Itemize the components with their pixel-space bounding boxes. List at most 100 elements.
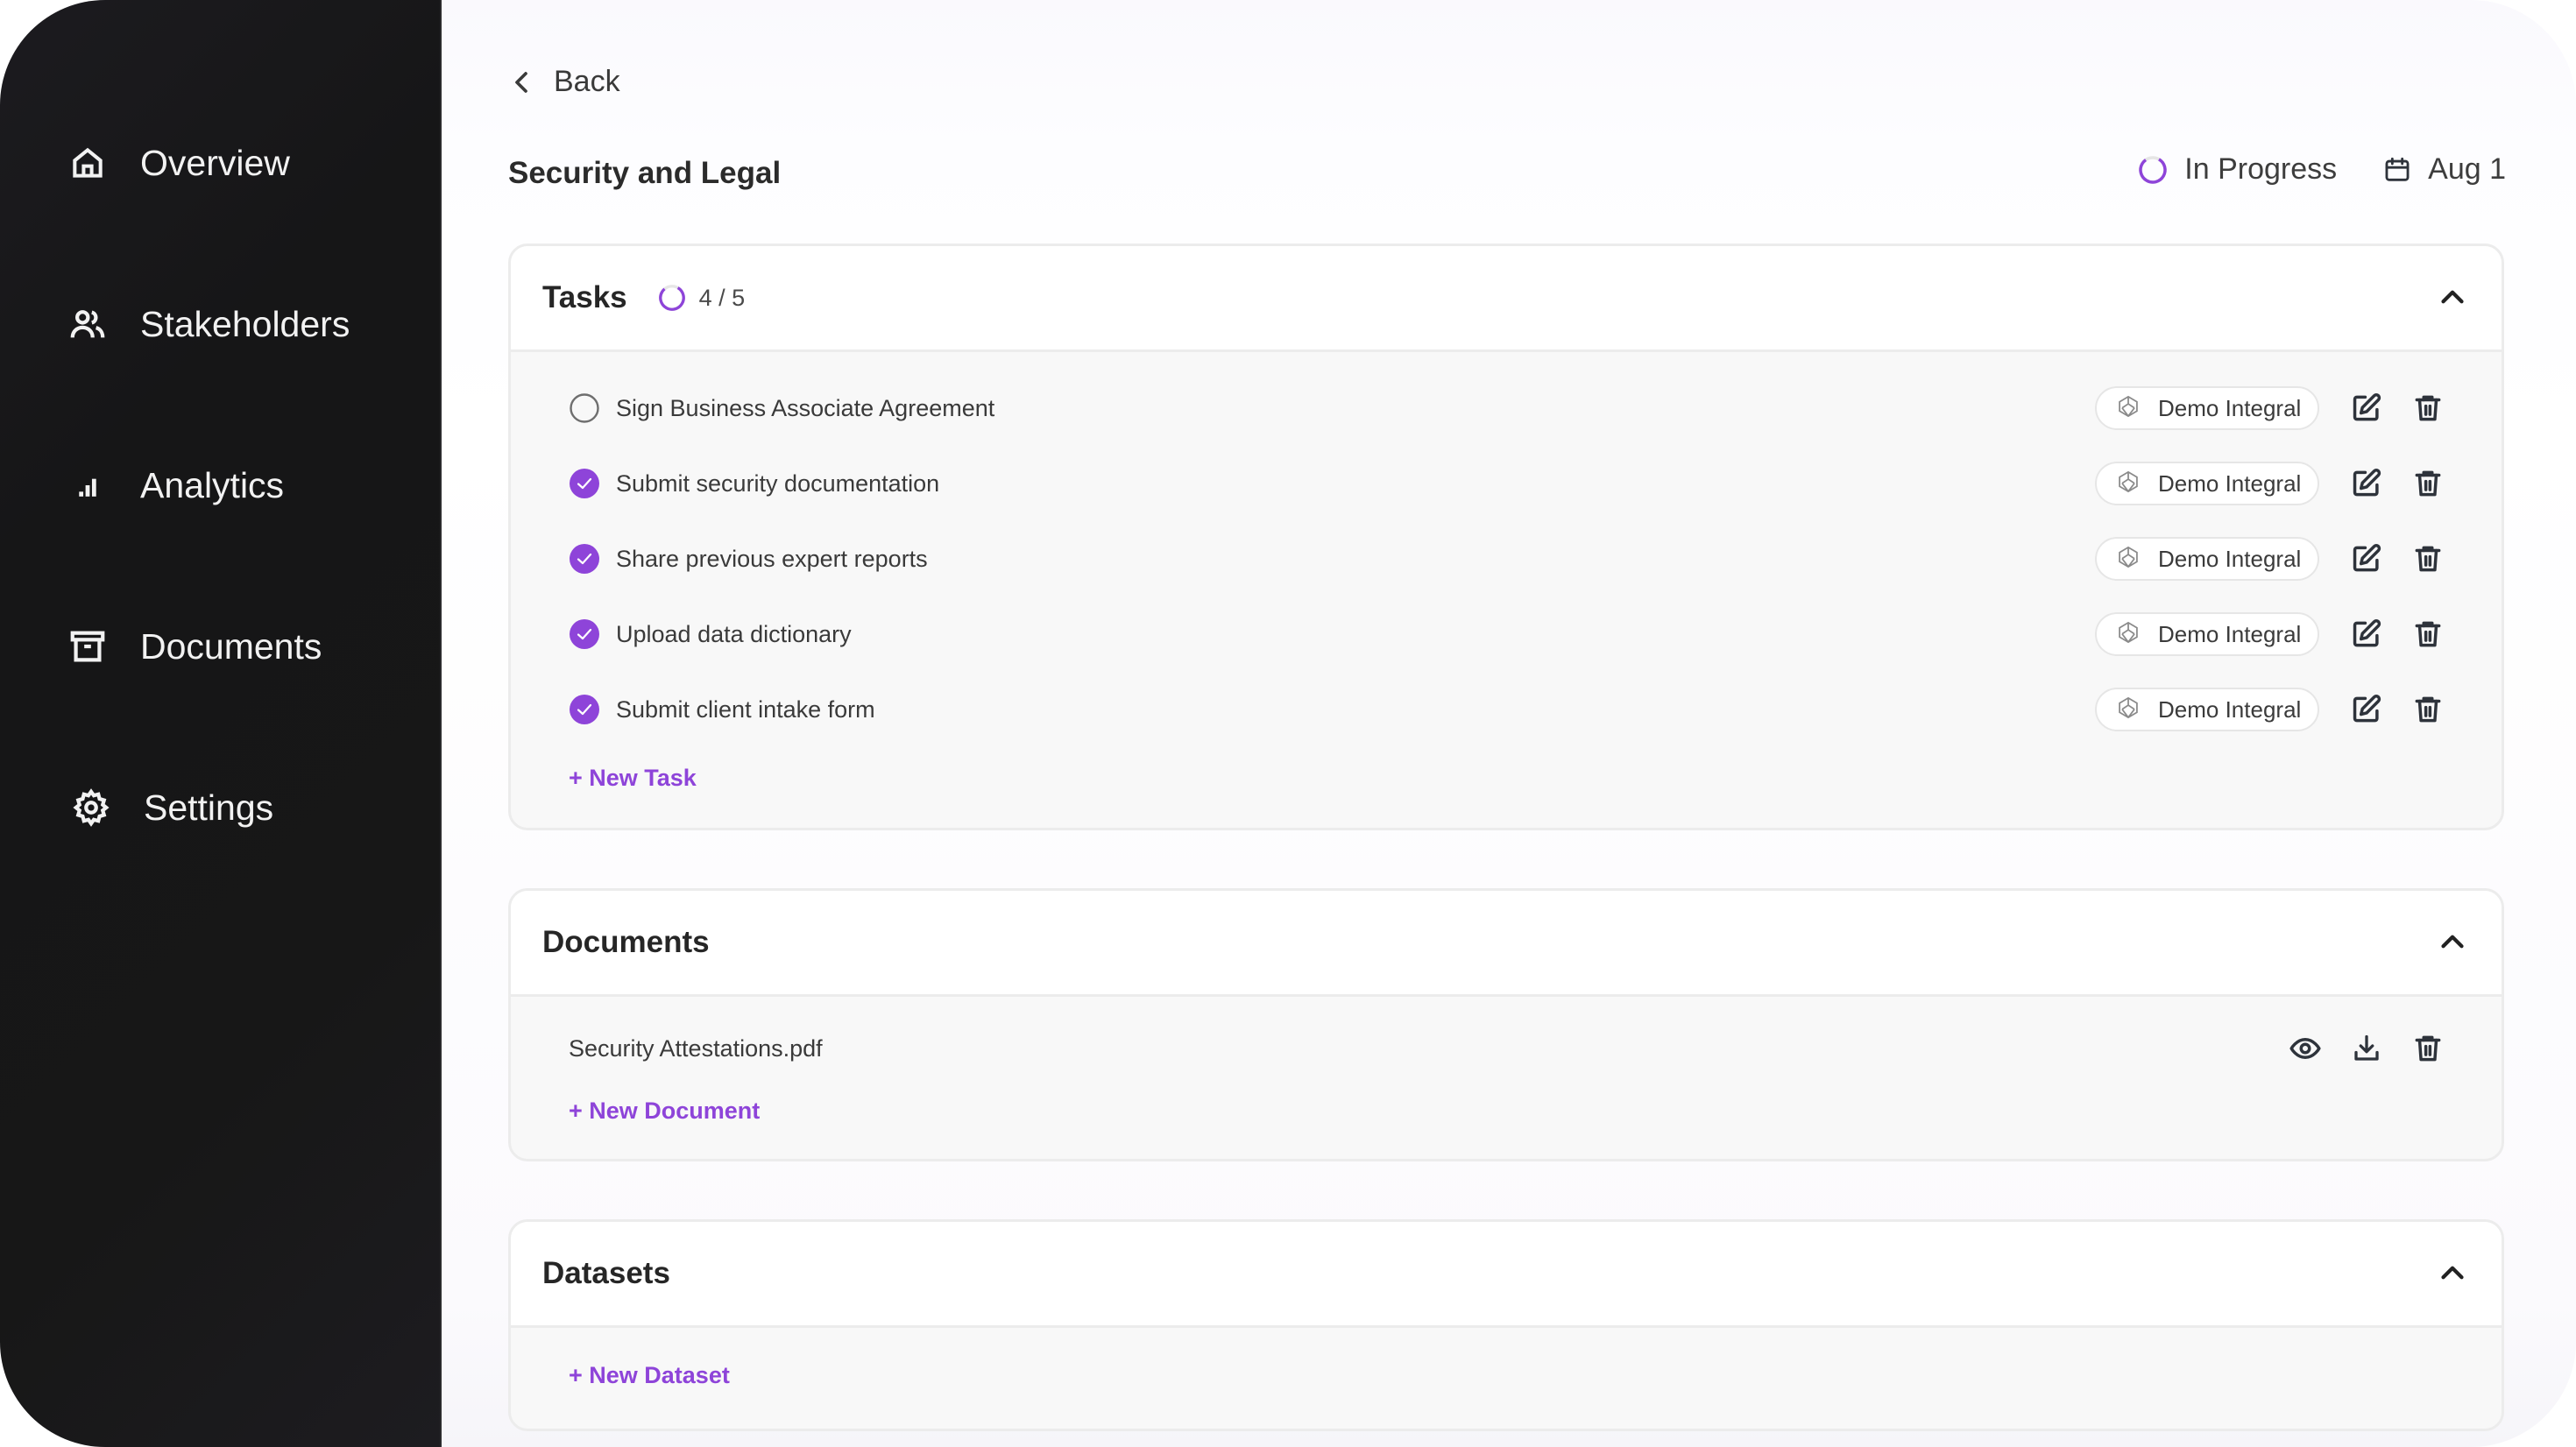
chevron-left-icon bbox=[515, 71, 527, 93]
assignee-label: Demo Integral bbox=[2158, 545, 2302, 572]
task-row: Sign Business Associate Agreement Demo I… bbox=[511, 382, 2502, 434]
progress-ring-icon bbox=[2139, 155, 2168, 184]
task-label: Share previous expert reports bbox=[616, 545, 928, 572]
task-label: Sign Business Associate Agreement bbox=[616, 394, 995, 421]
bar-chart-icon bbox=[65, 462, 110, 508]
trash-icon bbox=[2415, 470, 2441, 497]
assignee-chip[interactable]: Demo Integral bbox=[2095, 462, 2319, 505]
main-content: Back Security and Legal In Progress Aug … bbox=[442, 0, 2576, 1447]
tasks-count: 4 / 5 bbox=[698, 284, 746, 311]
sidebar-item-label: Settings bbox=[144, 787, 274, 828]
task-checkbox[interactable] bbox=[569, 618, 600, 650]
assignee-chip[interactable]: Demo Integral bbox=[2095, 537, 2319, 581]
home-icon bbox=[65, 140, 110, 186]
assignee-chip[interactable]: Demo Integral bbox=[2095, 386, 2319, 430]
edit-task-button[interactable] bbox=[2349, 692, 2384, 727]
status-badge[interactable]: In Progress bbox=[2137, 152, 2337, 187]
download-document-button[interactable] bbox=[2349, 1031, 2384, 1066]
document-name[interactable]: Security Attestations.pdf bbox=[569, 1035, 823, 1062]
sidebar-item-label: Overview bbox=[140, 142, 290, 183]
status-label: In Progress bbox=[2184, 152, 2338, 186]
delete-task-button[interactable] bbox=[2410, 541, 2445, 576]
task-row: Share previous expert reports Demo Integ… bbox=[511, 533, 2502, 585]
collapse-datasets-button[interactable] bbox=[2437, 1257, 2468, 1288]
collapse-documents-button[interactable] bbox=[2437, 926, 2468, 957]
task-checkbox[interactable] bbox=[569, 468, 600, 499]
task-row: Submit client intake form Demo Integral bbox=[511, 683, 2502, 736]
app-window: Overview Stakeholders Analytics Document… bbox=[0, 0, 2576, 1447]
assignee-label: Demo Integral bbox=[2158, 469, 2302, 497]
sidebar-item-label: Documents bbox=[140, 625, 322, 667]
edit-icon bbox=[2353, 544, 2381, 572]
new-dataset-button[interactable]: + New Dataset bbox=[569, 1362, 730, 1389]
assignee-label: Demo Integral bbox=[2158, 695, 2302, 723]
sidebar-item-label: Stakeholders bbox=[140, 303, 350, 344]
sidebar-item-label: Analytics bbox=[140, 464, 285, 505]
sidebar-item-documents[interactable]: Documents bbox=[65, 616, 322, 677]
chevron-up-icon bbox=[2441, 1266, 2464, 1280]
delete-task-button[interactable] bbox=[2410, 466, 2445, 501]
datasets-card: Datasets + New Dataset bbox=[508, 1219, 2504, 1431]
download-icon bbox=[2354, 1034, 2379, 1061]
tasks-title: Tasks bbox=[542, 280, 627, 314]
edit-task-button[interactable] bbox=[2349, 541, 2384, 576]
edit-icon bbox=[2353, 469, 2381, 497]
org-logo-icon bbox=[2116, 469, 2141, 498]
org-logo-icon bbox=[2116, 545, 2141, 574]
trash-icon bbox=[2415, 546, 2441, 572]
eye-icon bbox=[2289, 1037, 2321, 1060]
delete-task-button[interactable] bbox=[2410, 692, 2445, 727]
assignee-chip[interactable]: Demo Integral bbox=[2095, 612, 2319, 656]
datasets-title: Datasets bbox=[542, 1256, 670, 1290]
gear-icon bbox=[68, 785, 114, 830]
back-button[interactable]: Back bbox=[512, 65, 620, 99]
delete-document-button[interactable] bbox=[2410, 1031, 2445, 1066]
empty-circle-icon bbox=[570, 393, 599, 423]
tasks-progress: 4 / 5 bbox=[657, 283, 746, 313]
tasks-card: Tasks 4 / 5 Sign Business Associate Agre… bbox=[508, 244, 2504, 830]
edit-task-button[interactable] bbox=[2349, 466, 2384, 501]
datasets-header[interactable]: Datasets bbox=[511, 1222, 2502, 1328]
progress-ring-icon bbox=[658, 285, 685, 311]
sidebar-item-stakeholders[interactable]: Stakeholders bbox=[65, 293, 350, 355]
due-date[interactable]: Aug 1 bbox=[2382, 152, 2506, 187]
trash-icon bbox=[2415, 1035, 2441, 1062]
users-icon bbox=[65, 301, 110, 347]
trash-icon bbox=[2415, 621, 2441, 647]
assignee-chip[interactable]: Demo Integral bbox=[2095, 688, 2319, 731]
documents-header[interactable]: Documents bbox=[511, 891, 2502, 997]
assignee-label: Demo Integral bbox=[2158, 394, 2302, 421]
documents-title: Documents bbox=[542, 925, 710, 959]
task-row: Submit security documentation Demo Integ… bbox=[511, 457, 2502, 510]
task-checkbox[interactable] bbox=[569, 392, 600, 424]
edit-task-button[interactable] bbox=[2349, 391, 2384, 426]
delete-task-button[interactable] bbox=[2410, 617, 2445, 652]
check-circle-icon bbox=[570, 469, 599, 498]
check-circle-icon bbox=[570, 695, 599, 724]
task-label: Upload data dictionary bbox=[616, 620, 852, 647]
edit-icon bbox=[2353, 695, 2381, 723]
sidebar-item-overview[interactable]: Overview bbox=[65, 132, 290, 194]
edit-task-button[interactable] bbox=[2349, 617, 2384, 652]
chevron-up-icon bbox=[2441, 290, 2464, 304]
task-checkbox[interactable] bbox=[569, 694, 600, 725]
trash-icon bbox=[2415, 395, 2441, 421]
view-document-button[interactable] bbox=[2288, 1031, 2323, 1066]
page-title: Security and Legal bbox=[508, 156, 782, 190]
collapse-tasks-button[interactable] bbox=[2437, 281, 2468, 313]
new-document-button[interactable]: + New Document bbox=[569, 1098, 760, 1125]
documents-card: Documents Security Attestations.pdf + Ne… bbox=[508, 888, 2504, 1161]
check-circle-icon bbox=[570, 544, 599, 574]
tasks-header[interactable]: Tasks 4 / 5 bbox=[511, 246, 2502, 352]
sidebar-item-settings[interactable]: Settings bbox=[68, 777, 273, 838]
delete-task-button[interactable] bbox=[2410, 391, 2445, 426]
new-task-button[interactable]: + New Task bbox=[569, 765, 697, 792]
task-label: Submit security documentation bbox=[616, 469, 940, 497]
chevron-up-icon bbox=[2441, 935, 2464, 949]
sidebar: Overview Stakeholders Analytics Document… bbox=[0, 0, 442, 1447]
page-meta: In Progress Aug 1 bbox=[2137, 152, 2506, 187]
task-checkbox[interactable] bbox=[569, 543, 600, 575]
edit-icon bbox=[2353, 619, 2381, 647]
sidebar-item-analytics[interactable]: Analytics bbox=[65, 455, 284, 516]
edit-icon bbox=[2353, 393, 2381, 421]
